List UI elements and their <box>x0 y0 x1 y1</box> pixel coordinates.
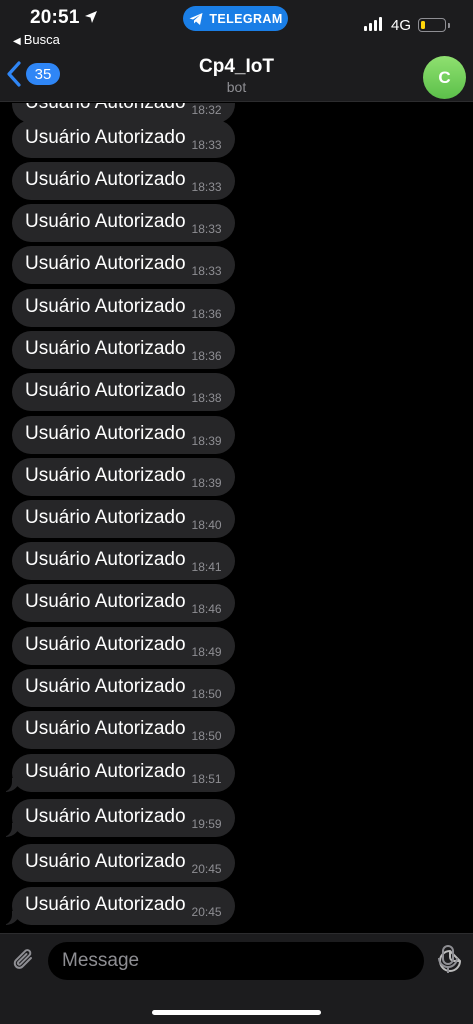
message-bubble[interactable]: Usuário Autorizado 18:36 <box>12 331 235 369</box>
message-input[interactable]: Message <box>48 942 462 980</box>
message-text: Usuário Autorizado <box>25 423 186 444</box>
microphone-icon[interactable] <box>436 943 460 977</box>
message-timestamp: 18:38 <box>191 391 222 405</box>
message-timestamp: 20:45 <box>191 862 222 876</box>
chat-header: 35 Cp4_IoT bot C <box>0 48 473 102</box>
telegram-plane-icon <box>189 12 203 25</box>
message-timestamp: 18:49 <box>191 645 222 659</box>
location-arrow-icon <box>85 11 97 23</box>
message-timestamp: 18:33 <box>191 222 222 236</box>
signal-strength-icon <box>364 17 382 31</box>
message-text: Usuário Autorizado <box>25 851 186 872</box>
message-text: Usuário Autorizado <box>25 127 186 148</box>
message-bubble[interactable]: Usuário Autorizado 18:33 <box>12 162 235 200</box>
app-return-pill[interactable]: TELEGRAM <box>183 6 288 31</box>
message-timestamp: 18:39 <box>191 476 222 490</box>
message-timestamp: 18:40 <box>191 518 222 532</box>
message-text: Usuário Autorizado <box>25 296 186 317</box>
message-timestamp: 18:50 <box>191 729 222 743</box>
message-text: Usuário Autorizado <box>25 211 186 232</box>
message-text: Usuário Autorizado <box>25 338 186 359</box>
message-timestamp: 18:33 <box>191 138 222 152</box>
chat-subtitle: bot <box>226 79 247 95</box>
message-text: Usuário Autorizado <box>25 806 186 827</box>
message-bubble[interactable]: Usuário Autorizado 18:40 <box>12 500 235 538</box>
message-bubble[interactable]: Usuário Autorizado 19:59 <box>0 799 235 837</box>
message-bubble[interactable]: Usuário Autorizado 18:33 <box>12 120 235 158</box>
back-triangle-icon: ◀ <box>13 36 21 47</box>
message-bubble[interactable]: Usuário Autorizado 18:38 <box>12 373 235 411</box>
message-text: Usuário Autorizado <box>25 253 186 274</box>
message-list[interactable]: Usuário Autorizado 18:32 Usuário Autorizad… <box>0 103 473 933</box>
battery-icon <box>418 18 450 32</box>
message-timestamp: 18:39 <box>191 434 222 448</box>
message-timestamp: 18:41 <box>191 560 222 574</box>
back-app-label: Busca <box>23 32 60 47</box>
message-bubble[interactable]: Usuário Autorizado 18:33 <box>12 246 235 284</box>
message-text: Usuário Autorizado <box>25 507 186 528</box>
message-placeholder: Message <box>62 950 140 971</box>
network-type: 4G <box>391 17 412 34</box>
message-timestamp: 18:51 <box>191 772 222 786</box>
message-bubble[interactable]: Usuário Autorizado 18:50 <box>12 711 235 749</box>
message-bubble[interactable]: Usuário Autorizado 18:51 <box>0 754 235 792</box>
message-timestamp: 20:45 <box>191 905 222 919</box>
chat-title[interactable]: Cp4_IoT <box>0 56 473 78</box>
message-bubble[interactable]: Usuário Autorizado 18:41 <box>12 542 235 580</box>
message-bubble[interactable]: Usuário Autorizado 18:33 <box>12 204 235 242</box>
message-text: Usuário Autorizado <box>25 591 186 612</box>
status-time: 20:51 <box>30 7 80 28</box>
message-timestamp: 18:36 <box>191 349 222 363</box>
message-text: Usuário Autorizado <box>25 894 186 915</box>
message-timestamp: 18:33 <box>191 180 222 194</box>
message-text: Usuário Autorizado <box>25 634 186 655</box>
status-bar: 20:51 ◀ Busca TELEGRAM 4G <box>0 0 473 48</box>
message-text: Usuário Autorizado <box>25 169 186 190</box>
message-timestamp: 18:32 <box>191 103 222 117</box>
message-bubble[interactable]: Usuário Autorizado 18:46 <box>12 584 235 622</box>
message-bubble[interactable]: Usuário Autorizado 20:45 <box>0 887 235 925</box>
message-timestamp: 19:59 <box>191 817 222 831</box>
message-timestamp: 18:36 <box>191 307 222 321</box>
paperclip-icon[interactable] <box>10 946 38 974</box>
message-bubble[interactable]: Usuário Autorizado 18:49 <box>12 627 235 665</box>
message-text: Usuário Autorizado <box>25 380 186 401</box>
message-timestamp: 18:46 <box>191 602 222 616</box>
message-text: Usuário Autorizado <box>25 676 186 697</box>
message-text: Usuário Autorizado <box>25 718 186 739</box>
message-text: Usuário Autorizado <box>25 103 186 114</box>
message-bubble[interactable]: Usuário Autorizado 18:39 <box>12 458 235 496</box>
battery-level <box>420 20 426 29</box>
message-text: Usuário Autorizado <box>25 549 186 570</box>
message-bubble[interactable]: Usuário Autorizado 20:45 <box>12 844 235 882</box>
home-indicator[interactable] <box>152 1010 321 1015</box>
message-input-bar: Message <box>0 933 473 1024</box>
message-bubble[interactable]: Usuário Autorizado 18:50 <box>12 669 235 707</box>
message-bubble[interactable]: Usuário Autorizado 18:39 <box>12 416 235 454</box>
message-timestamp: 18:33 <box>191 264 222 278</box>
back-to-app-link[interactable]: ◀ Busca <box>13 32 60 47</box>
message-timestamp: 18:50 <box>191 687 222 701</box>
chat-avatar[interactable]: C <box>423 56 466 99</box>
app-return-label: TELEGRAM <box>209 11 283 26</box>
avatar-letter: C <box>438 67 451 87</box>
message-text: Usuário Autorizado <box>25 465 186 486</box>
message-text: Usuário Autorizado <box>25 761 186 782</box>
message-bubble[interactable]: Usuário Autorizado 18:36 <box>12 289 235 327</box>
